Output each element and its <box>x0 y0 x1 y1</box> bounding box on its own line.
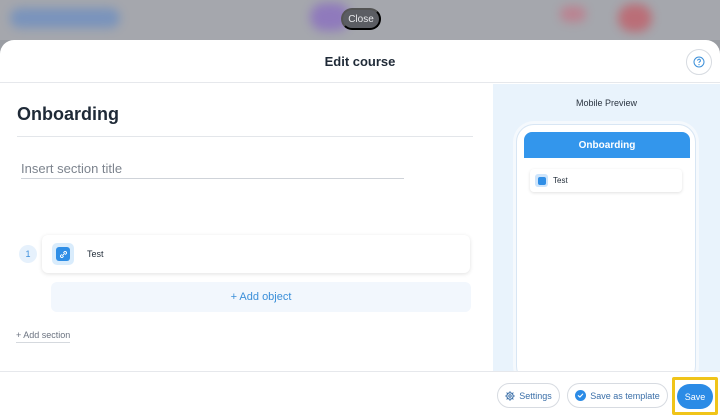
edit-course-modal: Edit course Onboarding 1 <box>0 40 720 416</box>
save-button[interactable]: Save <box>677 384 713 409</box>
help-button[interactable] <box>686 49 712 75</box>
save-as-template-button[interactable]: Save as template <box>567 383 668 408</box>
check-circle-icon <box>575 390 587 401</box>
divider <box>17 136 473 137</box>
blurred-nav-item <box>560 6 586 22</box>
save-as-template-label: Save as template <box>590 390 660 401</box>
gear-icon <box>505 390 516 401</box>
add-section-link[interactable]: + Add section <box>16 330 71 343</box>
course-title[interactable]: Onboarding <box>17 104 119 125</box>
blurred-avatar <box>618 4 652 32</box>
modal-title: Edit course <box>324 53 396 69</box>
phone-item-label: Test <box>553 176 568 185</box>
question-circle-icon <box>693 56 705 68</box>
preview-label: Mobile Preview <box>575 98 638 108</box>
phone-list-item: Test <box>530 169 682 192</box>
object-label: Test <box>87 249 104 259</box>
add-object-button[interactable]: + Add object <box>51 282 471 312</box>
link-icon <box>535 174 548 187</box>
settings-button[interactable]: Settings <box>497 383 560 408</box>
phone-header: Onboarding <box>524 132 690 158</box>
modal-footer: Settings Save as template Save <box>0 371 720 416</box>
phone-frame: Onboarding Test <box>516 124 696 384</box>
object-icon-tile <box>52 243 74 265</box>
section-title-input[interactable] <box>21 159 404 179</box>
link-icon <box>59 250 67 258</box>
settings-label: Settings <box>519 390 552 401</box>
close-button[interactable]: Close <box>341 8 381 30</box>
modal-header: Edit course <box>0 40 720 83</box>
mobile-preview-pane: Mobile Preview Onboarding Test <box>493 84 720 384</box>
blurred-logo <box>10 8 120 28</box>
course-editor: Onboarding 1 Test + Add object + Add sec… <box>0 84 493 371</box>
object-number-badge: 1 <box>19 245 37 263</box>
object-card[interactable]: Test <box>42 235 470 273</box>
